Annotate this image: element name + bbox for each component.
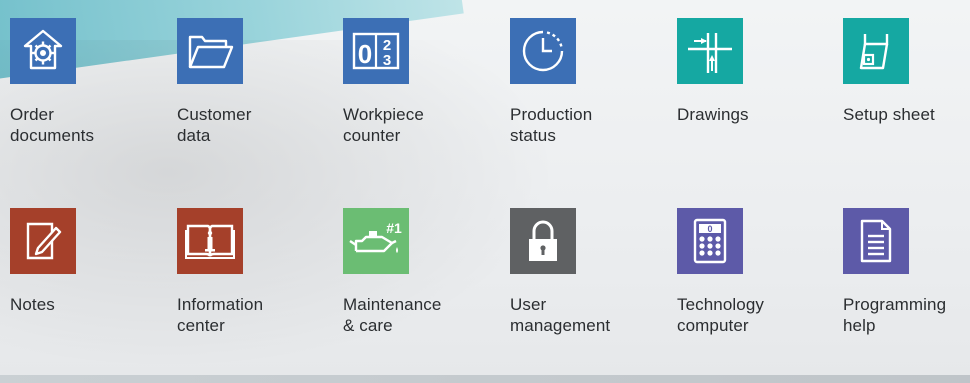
tile-programming-help[interactable]: Programming help [843,208,970,358]
tile-label: Workpiece counter [343,105,424,145]
tile-label: Setup sheet [843,105,935,124]
tile-label: Maintenance & care [343,295,442,335]
maintenance-badge: #1 [386,220,402,236]
tile-setup-sheet[interactable]: Setup sheet [843,18,970,168]
tile-production-status[interactable]: Production status [510,18,660,168]
lock-icon [510,208,576,274]
tile-label: Notes [10,295,55,314]
tile-label: Technology computer [677,295,765,335]
app-grid: Order documents Customer data 0 2 3 Work… [10,18,970,358]
calculator-icon: 0 [677,208,743,274]
oil-can-icon: #1 [343,208,409,274]
counter-icon: 0 2 3 [343,18,409,84]
info-book-icon [177,208,243,274]
tile-customer-data[interactable]: Customer data [177,18,327,168]
drawing-icon [677,18,743,84]
tile-label: User management [510,295,611,335]
tile-notes[interactable]: Notes [10,208,160,358]
tile-user-management[interactable]: User management [510,208,660,358]
tile-workpiece-counter[interactable]: 0 2 3 Workpiece counter [343,18,493,168]
tile-maintenance-care[interactable]: #1 Maintenance & care [343,208,493,358]
tile-order-documents[interactable]: Order documents [10,18,160,168]
setup-sheet-icon [843,18,909,84]
svg-text:3: 3 [383,52,391,69]
tile-label: Order documents [10,105,95,145]
note-edit-icon [10,208,76,274]
tile-drawings[interactable]: Drawings [677,18,827,168]
tile-technology-computer[interactable]: 0 Technology computer [677,208,827,358]
gear-down-arrow-icon [10,18,76,84]
tile-information-center[interactable]: Information center [177,208,327,358]
tile-label: Production status [510,105,593,145]
tile-label: Programming help [843,295,947,335]
tile-label: Drawings [677,105,749,124]
document-icon [843,208,909,274]
clock-icon [510,18,576,84]
tile-label: Information center [177,295,264,335]
folder-icon [177,18,243,84]
tile-label: Customer data [177,105,252,145]
calculator-display: 0 [707,224,712,234]
svg-text:0: 0 [358,39,372,69]
bottom-divider [0,375,970,383]
